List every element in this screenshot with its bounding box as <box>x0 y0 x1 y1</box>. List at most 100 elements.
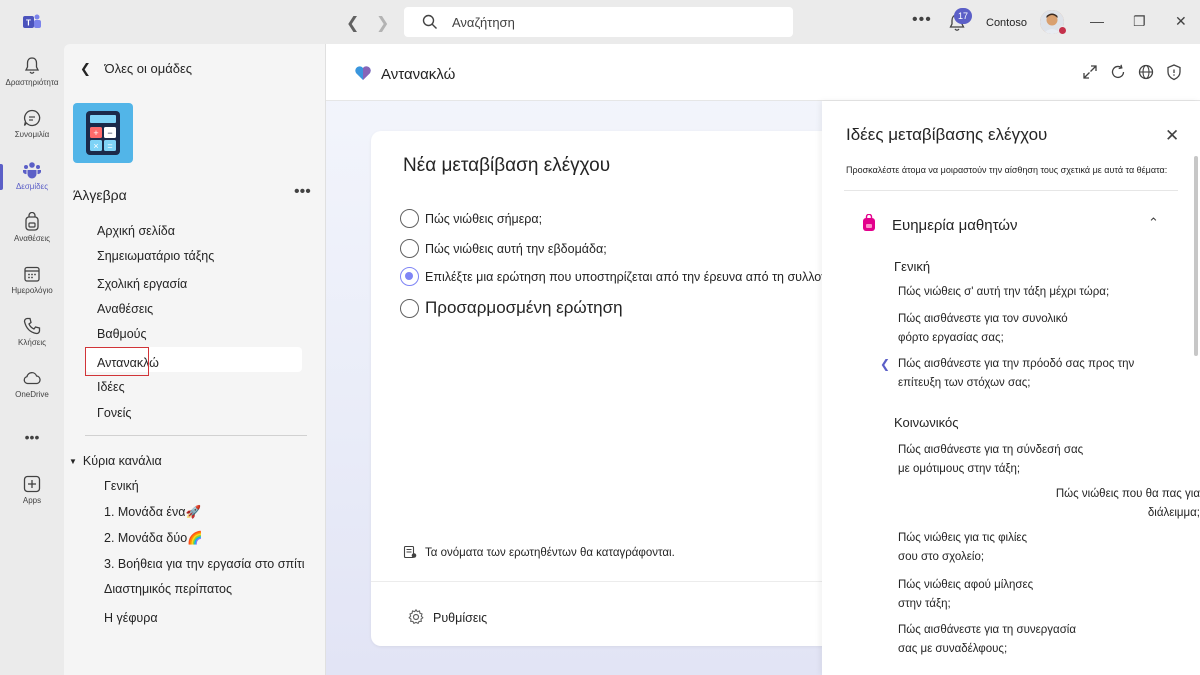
new-checkin-card: Νέα μεταβίβαση ελέγχου Πώς νιώθεις σήμερ… <box>371 131 841 646</box>
calculator-icon: + − × = <box>86 111 120 155</box>
rail-item-calls[interactable]: Κλήσεις <box>0 310 64 360</box>
channel-spacewalk[interactable]: Διαστημικός περίπατος <box>104 582 232 596</box>
rail-label-apps: Apps <box>22 496 42 505</box>
rail-item-teams[interactable]: Δεσμίδες <box>0 154 64 204</box>
rail-item-assignments[interactable]: Αναθέσεις <box>0 206 64 256</box>
team-avatar: + − × = <box>73 103 133 163</box>
reflect-tab-highlight <box>85 347 149 376</box>
option-how-feel-today[interactable]: Πώς νιώθεις σήμερα; <box>400 209 542 228</box>
option-custom-question[interactable]: Προσαρμοσμένη ερώτηση <box>400 298 623 318</box>
svg-text:−: − <box>107 128 112 138</box>
sidebar-divider <box>85 435 307 436</box>
shield-icon[interactable] <box>1165 63 1183 81</box>
settings-button[interactable]: Ρυθμίσεις <box>407 608 487 626</box>
team-name[interactable]: Άλγεβρα <box>73 187 127 203</box>
radio-button-selected[interactable] <box>400 267 419 286</box>
svg-text:×: × <box>93 141 98 151</box>
category-social: Κοινωνικός <box>894 415 959 430</box>
tab-class-notebook[interactable]: Σημειωματάριο τάξης <box>97 249 214 263</box>
idea-question[interactable]: Πώς αισθάνεστε για τον συνολικό φόρτο ερ… <box>898 310 1098 348</box>
all-teams-link[interactable]: ❮ Όλες οι ομάδες <box>80 61 192 77</box>
idea-question[interactable]: Πώς αισθάνεστε για τη συνεργασία σας με … <box>898 621 1098 659</box>
phone-icon <box>23 317 41 335</box>
add-apps-icon <box>23 475 41 493</box>
idea-question[interactable]: Πώς νιώθεις που θα πας για διάλειμμα; <box>1046 485 1200 523</box>
rail-item-onedrive[interactable]: OneDrive <box>0 362 64 412</box>
rail-label-activity: Δραστηριότητα <box>5 78 59 87</box>
rail-item-activity[interactable]: Δραστηριότητα <box>0 50 64 100</box>
close-icon[interactable]: ✕ <box>1165 126 1179 146</box>
back-arrow-icon[interactable]: ❮ <box>346 13 359 33</box>
search-icon <box>422 14 437 29</box>
app-header: Αντανακλώ <box>326 44 1200 101</box>
rail-label-calls: Κλήσεις <box>18 338 46 347</box>
rail-label-teams: Δεσμίδες <box>15 182 49 191</box>
wellbeing-section-title[interactable]: Ευημερία μαθητών <box>892 217 1018 234</box>
close-window-icon[interactable]: ✕ <box>1175 13 1187 30</box>
idea-question[interactable]: Πώς αισθάνεστε για την πρόοδό σας προς τ… <box>898 355 1168 393</box>
idea-question[interactable]: Πώς νιώθεις για τις φιλίες σου στο σχολε… <box>898 529 1048 567</box>
tab-grades[interactable]: Βαθμούς <box>97 327 147 341</box>
notification-badge: 17 <box>954 8 972 24</box>
radio-button[interactable] <box>400 239 419 258</box>
reflect-heart-icon <box>355 66 371 80</box>
option-label: Πώς νιώθεις αυτή την εβδομάδα; <box>425 241 607 256</box>
record-note-text: Τα ονόματα των ερωτηθέντων θα καταγράφον… <box>425 547 675 559</box>
option-label: Προσαρμοσμένη ερώτηση <box>425 298 623 317</box>
presence-busy-indicator <box>1058 26 1067 35</box>
category-general: Γενική <box>894 259 931 274</box>
chevron-left-icon: ❮ <box>80 61 91 76</box>
radio-button[interactable] <box>400 209 419 228</box>
channel-unit-one[interactable]: 1. Μονάδα ένα🚀 <box>104 505 201 520</box>
rail-item-calendar[interactable]: Ημερολόγιο <box>0 258 64 308</box>
title-bar: T ❮ ❯ ••• 17 Contoso — ❐ ✕ <box>0 0 1200 44</box>
channel-general[interactable]: Γενική <box>104 479 139 493</box>
tab-insights[interactable]: Ιδέες <box>97 380 125 394</box>
app-rail: Δραστηριότητα Συνομιλία Δεσμίδες Αναθέσε… <box>0 44 64 675</box>
restore-icon[interactable]: ❐ <box>1133 13 1146 30</box>
refresh-icon[interactable] <box>1109 63 1127 81</box>
tab-home[interactable]: Αρχική σελίδα <box>97 224 175 238</box>
ideas-scrollbar[interactable] <box>1194 156 1198 356</box>
more-options-icon[interactable]: ••• <box>912 11 932 29</box>
tab-parents[interactable]: Γονείς <box>97 406 131 420</box>
rail-label-onedrive: OneDrive <box>15 390 49 399</box>
option-label: Πώς νιώθεις σήμερα; <box>425 211 543 226</box>
rail-item-apps[interactable]: Apps <box>0 468 64 518</box>
option-research-question[interactable]: Επιλέξτε μια ερώτηση που υποστηρίζεται α… <box>400 267 834 286</box>
option-how-feel-week[interactable]: Πώς νιώθεις αυτή την εβδομάδα; <box>400 239 607 258</box>
main-channels-header[interactable]: ▼ Κύρια κανάλια <box>69 454 162 468</box>
idea-question[interactable]: Πώς αισθάνεστε για τη σύνδεσή σας με ομό… <box>898 441 1088 479</box>
tab-classwork[interactable]: Σχολική εργασία <box>97 277 187 291</box>
radio-button[interactable] <box>400 298 419 318</box>
rail-item-chat[interactable]: Συνομιλία <box>0 102 64 152</box>
idea-question[interactable]: Πώς νιώθεις σ' αυτή την τάξη μέχρι τώρα; <box>898 283 1148 302</box>
collapse-triangle-icon: ▼ <box>69 457 77 466</box>
idea-question[interactable]: Πώς νιώθεις αφού μίλησες στην τάξη; <box>898 576 1058 614</box>
teams-icon <box>23 162 41 179</box>
backpack-icon <box>25 212 39 231</box>
ideas-panel-title: Ιδέες μεταβίβασης ελέγχου <box>846 125 1048 144</box>
search-input[interactable] <box>452 7 772 37</box>
ideas-divider <box>844 190 1178 191</box>
channel-homework-help[interactable]: 3. Βοήθεια για την εργασία στο σπίτι <box>104 557 305 571</box>
minimize-icon[interactable]: — <box>1090 13 1104 29</box>
tab-assignments[interactable]: Αναθέσεις <box>97 302 153 316</box>
chevron-up-icon[interactable]: ⌃ <box>1148 215 1159 231</box>
forward-arrow-icon[interactable]: ❯ <box>376 13 389 33</box>
rail-label-assignments: Αναθέσεις <box>14 234 50 243</box>
calendar-icon <box>24 266 40 282</box>
expand-icon[interactable] <box>1081 63 1099 81</box>
search-box[interactable] <box>404 7 793 37</box>
rail-more-icon[interactable]: ••• <box>0 422 64 452</box>
globe-icon[interactable] <box>1137 63 1155 81</box>
channel-bridge[interactable]: Η γέφυρα <box>104 611 158 625</box>
rail-label-chat: Συνομιλία <box>14 130 50 139</box>
teams-logo-icon[interactable]: T <box>22 12 42 32</box>
checkin-ideas-panel: Ιδέες μεταβίβασης ελέγχου ✕ Προσκαλέστε … <box>822 101 1200 675</box>
channel-unit-two[interactable]: 2. Μονάδα δύο🌈 <box>104 531 203 546</box>
team-more-options-icon[interactable]: ••• <box>294 183 311 201</box>
active-indicator <box>0 164 3 190</box>
org-name[interactable]: Contoso <box>986 17 1027 29</box>
card-divider <box>371 581 841 582</box>
